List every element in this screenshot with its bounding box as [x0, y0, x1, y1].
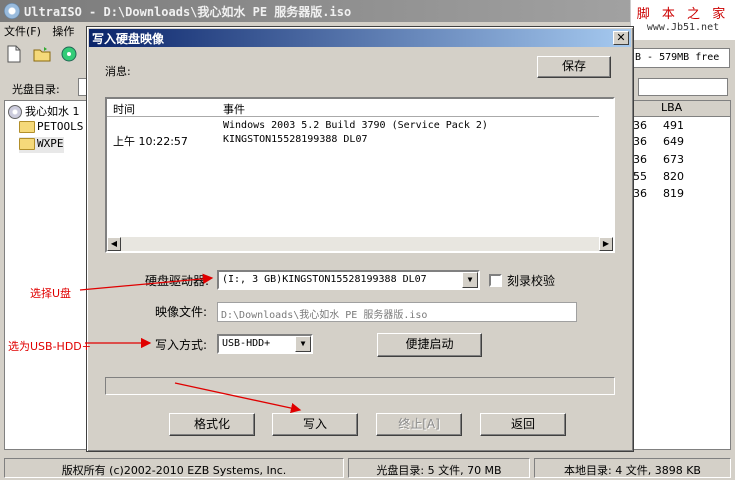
- chevron-down-icon[interactable]: ▼: [462, 272, 478, 288]
- column-header-lba[interactable]: LBA: [633, 101, 730, 117]
- image-file-field: D:\Downloads\我心如水 PE 服务器版.iso: [217, 302, 577, 322]
- write-method-value: USB-HDD+: [222, 338, 271, 349]
- quick-boot-button[interactable]: 便捷启动: [377, 333, 482, 357]
- list-cell-lba: 673: [663, 153, 684, 166]
- burn-disc-icon[interactable]: [59, 44, 79, 64]
- column-header-time: 时间: [113, 103, 135, 116]
- watermark-url: www.Jb51.net: [646, 22, 720, 33]
- list-item[interactable]: 36 673: [633, 153, 730, 169]
- tree-item-wxpe[interactable]: WXPE: [19, 137, 64, 153]
- list-cell: 55: [633, 170, 647, 183]
- save-button[interactable]: 保存: [537, 56, 611, 78]
- ultraiso-app-icon: [4, 3, 20, 19]
- tree-root-item[interactable]: 我心如水 1: [8, 103, 80, 119]
- drive-select-value: (I:, 3 GB)KINGSTON15528199388 DL07: [222, 274, 427, 285]
- message-log[interactable]: 时间 事件 Windows 2003 5.2 Build 3790 (Servi…: [105, 97, 615, 253]
- cd-icon: [8, 105, 22, 119]
- status-local-info: 本地目录: 4 文件, 3898 KB: [534, 458, 731, 478]
- messages-label: 消息:: [105, 65, 131, 78]
- write-disk-image-dialog: 写入硬盘映像 ✕ 消息: 保存 时间 事件 Windows 2003 5.2 B…: [86, 26, 634, 452]
- menu-operation[interactable]: 操作: [52, 25, 74, 38]
- disc-directory-label: 光盘目录:: [12, 83, 60, 96]
- list-cell: 36: [633, 119, 647, 132]
- write-method-label: 写入方式:: [155, 338, 208, 352]
- verify-checkbox[interactable]: [489, 274, 502, 287]
- list-item[interactable]: 36 819: [633, 187, 730, 203]
- progress-bar: [105, 377, 615, 395]
- dialog-titlebar: 写入硬盘映像 ✕: [89, 29, 631, 47]
- abort-button: 终止[A]: [376, 413, 462, 436]
- list-item[interactable]: 36 649: [633, 135, 730, 151]
- write-button[interactable]: 写入: [272, 413, 358, 436]
- new-file-icon[interactable]: [4, 44, 24, 64]
- watermark-title: 脚 本 之 家: [636, 7, 730, 22]
- open-folder-icon[interactable]: [32, 44, 52, 64]
- list-cell: 36: [633, 187, 647, 200]
- list-item[interactable]: 36 491: [633, 119, 730, 135]
- chevron-down-icon[interactable]: ▼: [295, 336, 311, 352]
- tree-item-label: WXPE: [37, 137, 64, 150]
- close-icon[interactable]: ✕: [613, 31, 629, 45]
- list-cell: 36: [633, 153, 647, 166]
- folder-icon: [19, 121, 35, 133]
- annotation-select-hdd: 选为USB-HDD+: [8, 340, 91, 353]
- divider: [107, 116, 599, 117]
- drive-select[interactable]: (I:, 3 GB)KINGSTON15528199388 DL07 ▼: [217, 270, 480, 290]
- annotation-select-usb: 选择U盘: [30, 287, 72, 300]
- menubar: 文件(F) 操作: [4, 23, 82, 39]
- main-window-titlebar: UltraISO - D:\Downloads\我心如水 PE 服务器版.iso: [0, 0, 735, 22]
- status-disc-info: 光盘目录: 5 文件, 70 MB: [348, 458, 530, 478]
- drive-label: 硬盘驱动器:: [145, 274, 210, 288]
- toolbar: [4, 44, 83, 70]
- list-cell-lba: 819: [663, 187, 684, 200]
- watermark-logo: 脚 本 之 家 www.Jb51.net: [630, 0, 735, 40]
- list-cell: 36: [633, 135, 647, 148]
- status-bar: 版权所有 (c)2002-2010 EZB Systems, Inc. 光盘目录…: [0, 456, 735, 480]
- list-cell-lba: 649: [663, 135, 684, 148]
- main-window-title: UltraISO - D:\Downloads\我心如水 PE 服务器版.iso: [24, 5, 352, 19]
- back-button[interactable]: 返回: [480, 413, 566, 436]
- image-file-label: 映像文件:: [155, 305, 208, 319]
- format-button[interactable]: 格式化: [169, 413, 255, 436]
- folder-icon: [19, 138, 35, 150]
- tree-root-label: 我心如水 1: [25, 105, 80, 118]
- list-cell-lba: 491: [663, 119, 684, 132]
- horizontal-scrollbar[interactable]: ◀ ▶: [107, 237, 613, 251]
- verify-label: 刻录校验: [507, 274, 556, 288]
- menu-file[interactable]: 文件(F): [4, 25, 41, 38]
- write-method-select[interactable]: USB-HDD+ ▼: [217, 334, 313, 354]
- list-item[interactable]: 55 820: [633, 170, 730, 186]
- tree-item-label: PETOOLS: [37, 120, 84, 133]
- dialog-title: 写入硬盘映像: [92, 32, 165, 46]
- list-cell-lba: 820: [663, 170, 684, 183]
- log-event: KINGSTON15528199388 DL07: [223, 134, 368, 145]
- file-list[interactable]: LBA 36 491 36 649 36 673 55 820 36 819: [632, 100, 731, 450]
- free-space-display: B - 579MB free: [630, 48, 730, 68]
- tree-item-petools[interactable]: PETOOLS: [19, 120, 83, 136]
- status-copyright: 版权所有 (c)2002-2010 EZB Systems, Inc.: [4, 458, 344, 478]
- local-directory-field[interactable]: [638, 78, 728, 96]
- scroll-right-icon[interactable]: ▶: [599, 237, 613, 251]
- column-header-event: 事件: [223, 103, 245, 116]
- log-time: 上午 10:22:57: [113, 135, 188, 148]
- scroll-left-icon[interactable]: ◀: [107, 237, 121, 251]
- log-event: Windows 2003 5.2 Build 3790 (Service Pac…: [223, 120, 488, 131]
